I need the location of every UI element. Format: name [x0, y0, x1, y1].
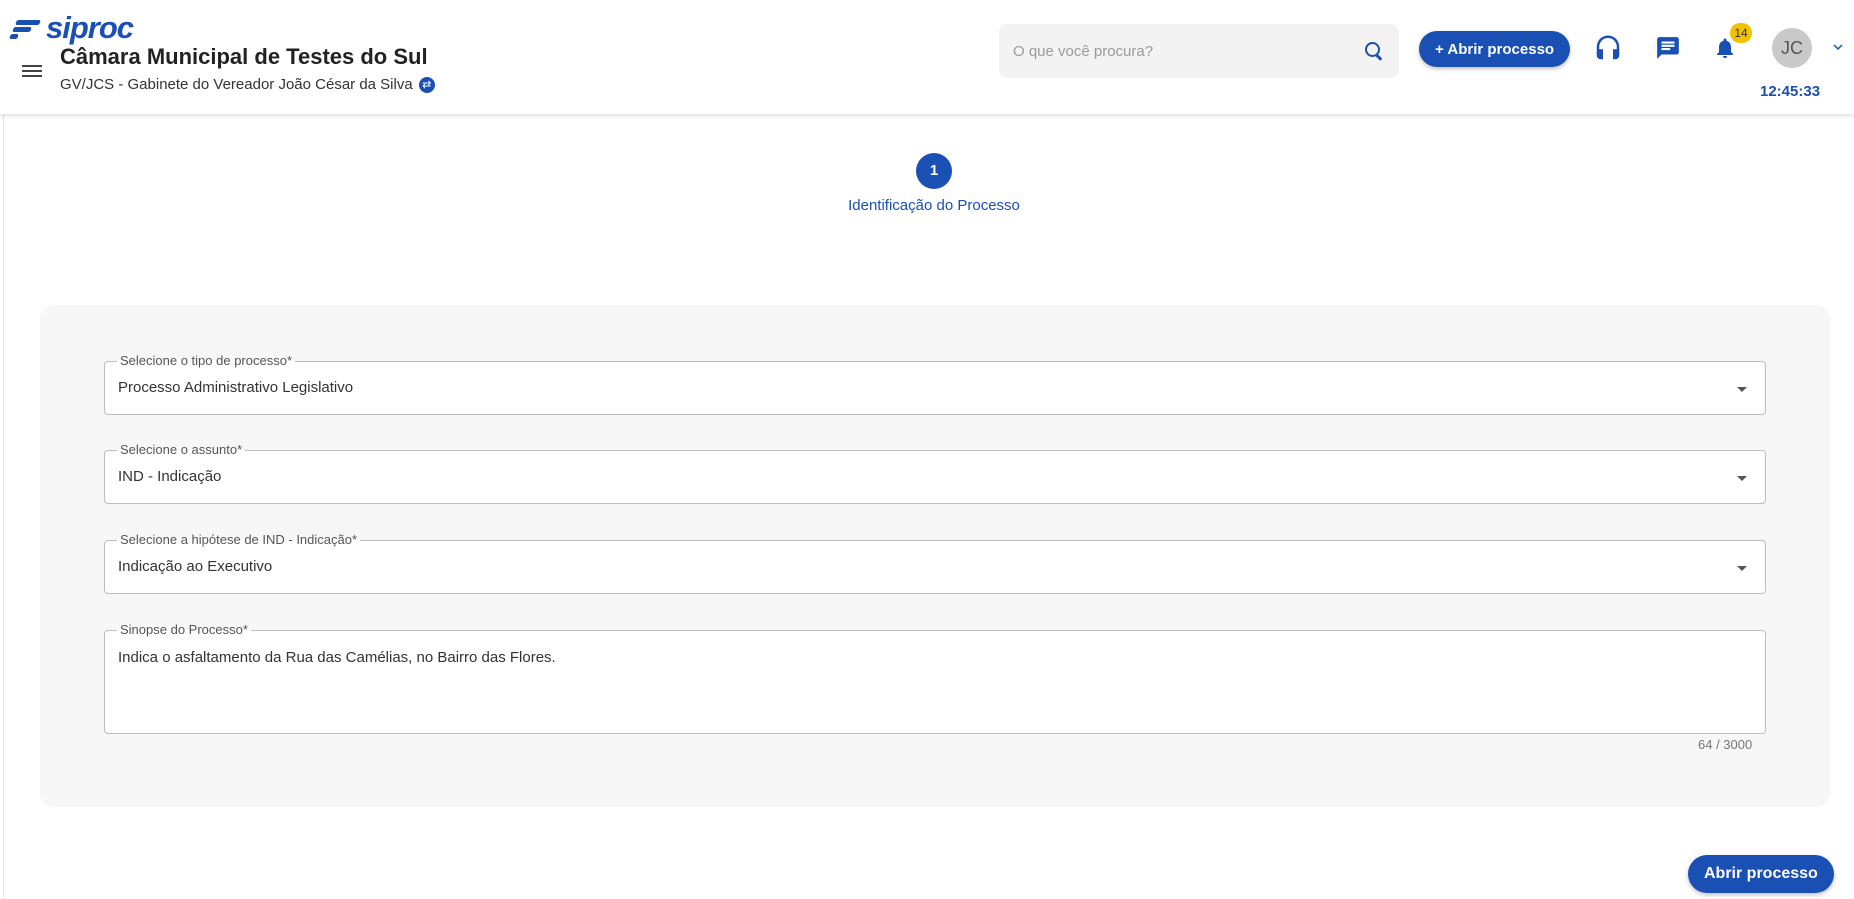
sinopse-label: Sinopse do Processo*	[117, 622, 251, 637]
dropdown-arrow-icon	[1737, 566, 1747, 571]
open-process-button[interactable]: + Abrir processo	[1419, 31, 1571, 67]
step-label: Identificação do Processo	[848, 197, 1020, 214]
character-counter: 64 / 3000	[1698, 737, 1753, 752]
hipotese-value: Indicação ao Executivo	[118, 558, 273, 575]
org-subtitle-row: GV/JCS - Gabinete do Vereador João César…	[60, 76, 435, 93]
top-header: siproc Câmara Municipal de Testes do Sul…	[0, 0, 1854, 114]
org-subtitle: GV/JCS - Gabinete do Vereador João César…	[60, 76, 413, 93]
tipo-processo-value: Processo Administrativo Legislativo	[118, 379, 354, 396]
avatar[interactable]: JC	[1772, 28, 1812, 68]
dropdown-arrow-icon	[1737, 387, 1747, 392]
org-title: Câmara Municipal de Testes do Sul	[60, 44, 428, 69]
sinopse-textarea[interactable]: Sinopse do Processo* Indica o asfaltamen…	[104, 622, 1766, 734]
hipotese-label: Selecione a hipótese de IND - Indicação*	[117, 532, 361, 547]
logo-mark-icon	[9, 17, 42, 39]
hipotese-select[interactable]: Selecione a hipótese de IND - Indicação*…	[104, 532, 1766, 594]
headset-icon[interactable]	[1592, 32, 1624, 64]
sinopse-value: Indica o asfaltamento da Rua das Camélia…	[118, 649, 556, 666]
notifications-badge: 14	[1730, 23, 1752, 43]
assunto-label: Selecione o assunto*	[117, 442, 246, 457]
left-divider	[3, 114, 4, 899]
session-clock: 12:45:33	[1760, 83, 1821, 100]
search-input[interactable]	[1013, 42, 1363, 60]
dropdown-arrow-icon	[1737, 476, 1747, 481]
assunto-select[interactable]: Selecione o assunto* IND - Indicação	[104, 442, 1766, 504]
submit-open-process-button[interactable]: Abrir processo	[1688, 855, 1834, 893]
chevron-down-icon[interactable]	[1829, 38, 1847, 56]
search-icon[interactable]	[1363, 40, 1385, 62]
tipo-processo-select[interactable]: Selecione o tipo de processo* Processo A…	[104, 353, 1766, 415]
chat-icon[interactable]	[1654, 34, 1682, 62]
swap-icon[interactable]: ⇄	[418, 76, 435, 93]
tipo-processo-label: Selecione o tipo de processo*	[117, 353, 296, 368]
logo-text: siproc	[46, 10, 134, 45]
siproc-logo[interactable]: siproc	[9, 10, 134, 45]
search-bar	[999, 24, 1399, 78]
assunto-value: IND - Indicação	[118, 468, 222, 485]
menu-icon[interactable]	[20, 62, 44, 82]
step-indicator: 1	[916, 153, 952, 189]
